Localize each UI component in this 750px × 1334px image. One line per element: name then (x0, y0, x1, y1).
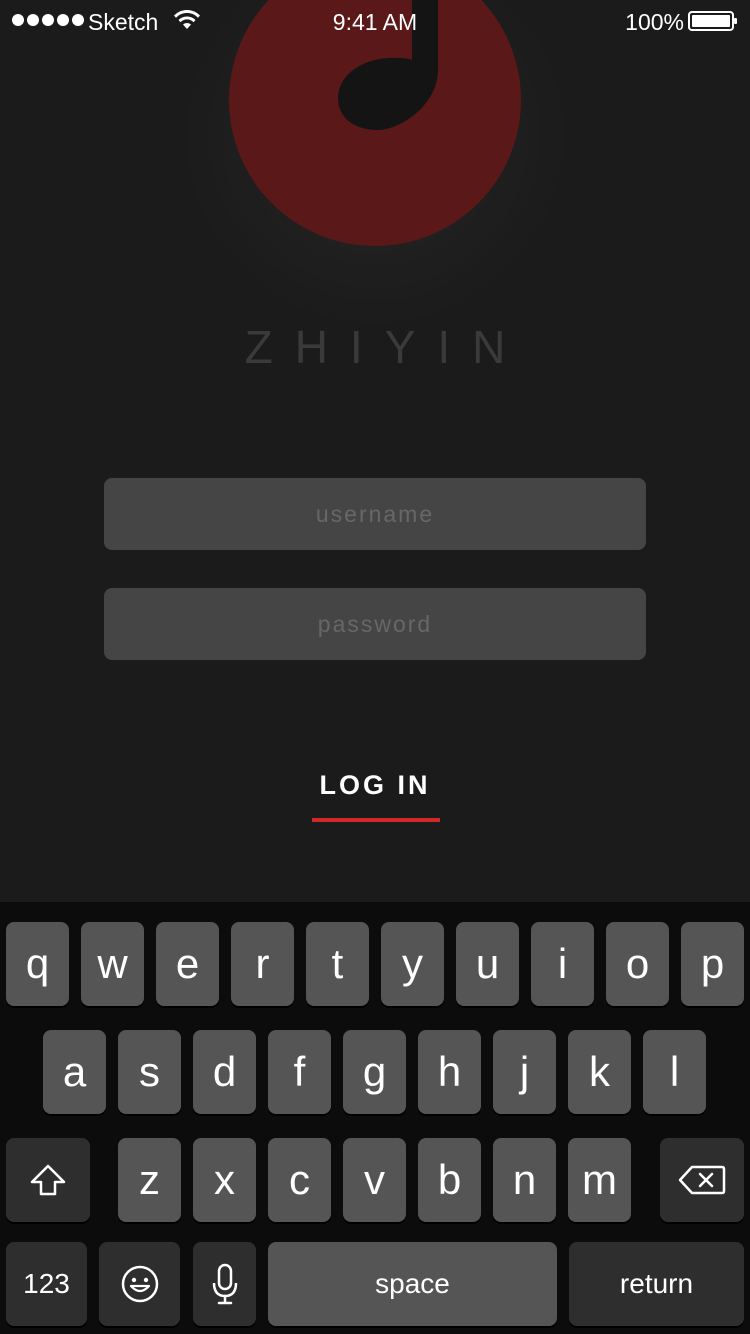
key-t[interactable]: t (306, 922, 369, 1006)
delete-icon (678, 1165, 726, 1195)
key-u[interactable]: u (456, 922, 519, 1006)
login-underline (312, 818, 440, 822)
key-b[interactable]: b (418, 1138, 481, 1222)
key-k[interactable]: k (568, 1030, 631, 1114)
keyboard: q w e r t y u i o p a s d f g h j k l z … (0, 902, 750, 1334)
microphone-icon (212, 1263, 237, 1305)
username-input[interactable] (104, 478, 646, 550)
emoji-icon (121, 1265, 158, 1303)
music-note-logo-icon (180, 0, 570, 330)
key-r[interactable]: r (231, 922, 294, 1006)
key-z[interactable]: z (118, 1138, 181, 1222)
space-key[interactable]: space (268, 1242, 557, 1326)
key-y[interactable]: y (381, 922, 444, 1006)
key-s[interactable]: s (118, 1030, 181, 1114)
password-input[interactable] (104, 588, 646, 660)
numbers-key[interactable]: 123 (6, 1242, 87, 1326)
battery-icon (688, 11, 737, 31)
key-m[interactable]: m (568, 1138, 631, 1222)
key-i[interactable]: i (531, 922, 594, 1006)
shift-icon (30, 1164, 66, 1196)
key-d[interactable]: d (193, 1030, 256, 1114)
key-h[interactable]: h (418, 1030, 481, 1114)
key-n[interactable]: n (493, 1138, 556, 1222)
battery-percentage: 100% (625, 9, 684, 35)
key-f[interactable]: f (268, 1030, 331, 1114)
key-w[interactable]: w (81, 922, 144, 1006)
key-c[interactable]: c (268, 1138, 331, 1222)
key-o[interactable]: o (606, 922, 669, 1006)
status-bar: Sketch 9:41 AM 100% (0, 0, 750, 40)
microphone-key[interactable] (193, 1242, 256, 1326)
key-e[interactable]: e (156, 922, 219, 1006)
login-button[interactable]: LOG IN (0, 770, 750, 801)
emoji-key[interactable] (99, 1242, 180, 1326)
return-key[interactable]: return (569, 1242, 744, 1326)
key-a[interactable]: a (43, 1030, 106, 1114)
key-p[interactable]: p (681, 922, 744, 1006)
shift-key[interactable] (6, 1138, 90, 1222)
key-j[interactable]: j (493, 1030, 556, 1114)
key-l[interactable]: l (643, 1030, 706, 1114)
key-g[interactable]: g (343, 1030, 406, 1114)
app-name: ZHIYIN (244, 321, 528, 373)
login-screen: Sketch 9:41 AM 100% ZHIYIN LOG IN (0, 0, 750, 1334)
key-q[interactable]: q (6, 922, 69, 1006)
delete-key[interactable] (660, 1138, 744, 1222)
key-v[interactable]: v (343, 1138, 406, 1222)
key-x[interactable]: x (193, 1138, 256, 1222)
